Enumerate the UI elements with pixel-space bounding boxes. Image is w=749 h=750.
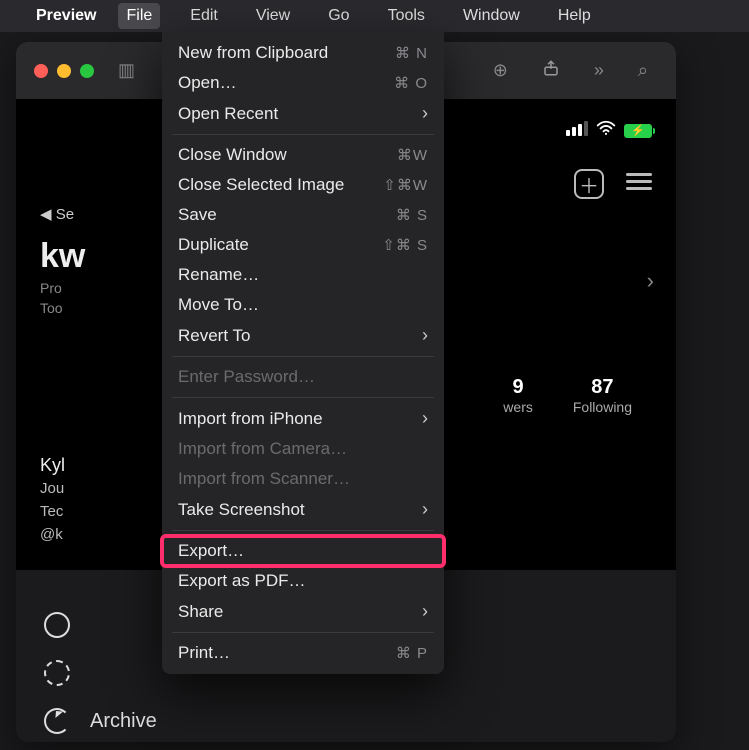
menu-item-label: Take Screenshot bbox=[178, 500, 422, 520]
followers-count: 9 bbox=[503, 376, 533, 399]
menu-item-shortcut: ⌘ P bbox=[396, 644, 428, 662]
macos-menubar: Preview File Edit View Go Tools Window H… bbox=[0, 0, 749, 32]
submenu-chevron-icon: › bbox=[422, 103, 428, 124]
menu-item-label: New from Clipboard bbox=[178, 43, 395, 63]
file-menu-dropdown: New from Clipboard⌘ NOpen…⌘ OOpen Recent… bbox=[162, 32, 444, 674]
menu-item-shortcut: ⌘ S bbox=[396, 206, 428, 224]
menubar-file[interactable]: File bbox=[118, 3, 160, 29]
menu-item-revert-to[interactable]: Revert To› bbox=[162, 320, 444, 351]
menu-separator bbox=[172, 356, 434, 357]
following-count: 87 bbox=[573, 376, 632, 399]
menu-item-close-window[interactable]: Close Window⌘W bbox=[162, 140, 444, 170]
menubar-window[interactable]: Window bbox=[455, 3, 528, 29]
followers-stat[interactable]: 9 wers bbox=[503, 376, 533, 415]
menu-item-label: Move To… bbox=[178, 295, 428, 315]
share-icon[interactable] bbox=[532, 58, 570, 83]
sidebar-toggle-icon[interactable] bbox=[108, 60, 145, 81]
maximize-window-button[interactable] bbox=[80, 64, 94, 78]
archive-label: Archive bbox=[90, 710, 157, 733]
add-post-icon[interactable]: ＋ bbox=[574, 169, 604, 199]
menu-item-label: Import from Camera… bbox=[178, 439, 428, 459]
menu-item-export-as-pdf[interactable]: Export as PDF… bbox=[162, 566, 444, 596]
chevron-right-icon[interactable]: › bbox=[647, 268, 654, 294]
zoom-in-icon[interactable] bbox=[483, 60, 518, 81]
menu-item-label: Export… bbox=[178, 541, 428, 561]
submenu-chevron-icon: › bbox=[422, 325, 428, 346]
menu-item-move-to[interactable]: Move To… bbox=[162, 290, 444, 320]
menu-item-label: Share bbox=[178, 602, 422, 622]
menu-item-label: Open Recent bbox=[178, 104, 422, 124]
activity-row-archive[interactable]: Archive bbox=[44, 708, 648, 734]
menu-item-label: Duplicate bbox=[178, 235, 382, 255]
menu-item-label: Print… bbox=[178, 643, 396, 663]
menu-separator bbox=[172, 397, 434, 398]
menu-item-label: Import from iPhone bbox=[178, 409, 422, 429]
menu-item-shortcut: ⌘ N bbox=[395, 44, 428, 62]
close-window-button[interactable] bbox=[34, 64, 48, 78]
submenu-chevron-icon: › bbox=[422, 499, 428, 520]
menu-item-print[interactable]: Print…⌘ P bbox=[162, 638, 444, 668]
menu-item-label: Save bbox=[178, 205, 396, 225]
menu-item-export[interactable]: Export… bbox=[162, 536, 444, 566]
menu-item-take-screenshot[interactable]: Take Screenshot› bbox=[162, 494, 444, 525]
menu-item-shortcut: ⇧⌘W bbox=[383, 176, 428, 194]
menu-item-open-recent[interactable]: Open Recent› bbox=[162, 98, 444, 129]
menu-item-label: Export as PDF… bbox=[178, 571, 428, 591]
menu-item-label: Close Window bbox=[178, 145, 397, 165]
wifi-icon bbox=[596, 120, 616, 141]
menu-item-duplicate[interactable]: Duplicate⇧⌘ S bbox=[162, 230, 444, 260]
menubar-go[interactable]: Go bbox=[320, 3, 357, 29]
bio-line-2: Tec bbox=[40, 503, 63, 520]
menu-item-save[interactable]: Save⌘ S bbox=[162, 200, 444, 230]
overflow-icon[interactable] bbox=[584, 60, 614, 81]
submenu-chevron-icon: › bbox=[422, 601, 428, 622]
battery-charging-icon: ⚡ bbox=[624, 124, 652, 138]
following-label: Following bbox=[573, 399, 632, 415]
menu-item-open[interactable]: Open…⌘ O bbox=[162, 68, 444, 98]
menu-item-label: Open… bbox=[178, 73, 394, 93]
signal-icon bbox=[564, 121, 588, 141]
menu-item-shortcut: ⇧⌘ S bbox=[382, 236, 428, 254]
menu-item-import-from-camera: Import from Camera… bbox=[162, 434, 444, 464]
menu-item-import-from-scanner: Import from Scanner… bbox=[162, 464, 444, 494]
menu-item-enter-password: Enter Password… bbox=[162, 362, 444, 392]
menubar-tools[interactable]: Tools bbox=[380, 3, 433, 29]
menu-item-shortcut: ⌘W bbox=[397, 146, 428, 164]
history-icon bbox=[44, 660, 70, 686]
menu-separator bbox=[172, 530, 434, 531]
menu-item-close-selected-image[interactable]: Close Selected Image⇧⌘W bbox=[162, 170, 444, 200]
submenu-chevron-icon: › bbox=[422, 408, 428, 429]
menubar-edit[interactable]: Edit bbox=[182, 3, 226, 29]
search-icon[interactable] bbox=[628, 60, 658, 81]
menu-item-import-from-iphone[interactable]: Import from iPhone› bbox=[162, 403, 444, 434]
menu-item-share[interactable]: Share› bbox=[162, 596, 444, 627]
menu-item-label: Import from Scanner… bbox=[178, 469, 428, 489]
menu-separator bbox=[172, 632, 434, 633]
menu-separator bbox=[172, 134, 434, 135]
menu-item-rename[interactable]: Rename… bbox=[162, 260, 444, 290]
gear-icon bbox=[44, 612, 70, 638]
archive-icon bbox=[44, 708, 70, 734]
menu-item-new-from-clipboard[interactable]: New from Clipboard⌘ N bbox=[162, 38, 444, 68]
menubar-help[interactable]: Help bbox=[550, 3, 599, 29]
menu-item-label: Revert To bbox=[178, 326, 422, 346]
menu-item-shortcut: ⌘ O bbox=[394, 74, 428, 92]
traffic-lights bbox=[34, 64, 94, 78]
followers-label: wers bbox=[503, 399, 533, 415]
menubar-view[interactable]: View bbox=[248, 3, 298, 29]
menu-item-label: Rename… bbox=[178, 265, 428, 285]
app-menu[interactable]: Preview bbox=[36, 7, 96, 25]
menu-item-label: Close Selected Image bbox=[178, 175, 383, 195]
hamburger-menu-icon[interactable] bbox=[626, 169, 652, 199]
minimize-window-button[interactable] bbox=[57, 64, 71, 78]
menu-item-label: Enter Password… bbox=[178, 367, 428, 387]
following-stat[interactable]: 87 Following bbox=[573, 376, 632, 415]
